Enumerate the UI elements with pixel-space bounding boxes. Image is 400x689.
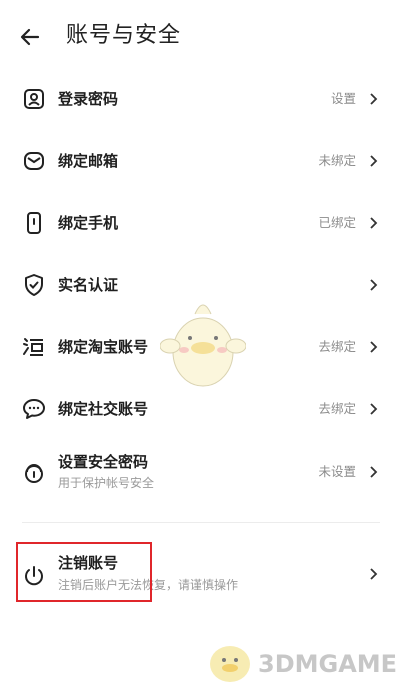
row-label: 绑定淘宝账号 [58,338,149,356]
chevron-right-icon [370,93,378,105]
chevron-right-icon [370,155,378,167]
watermark-text: 3DMGAME [258,650,398,678]
row-label: 登录密码 [58,90,119,108]
row-subtitle: 用于保护帐号安全 [58,476,155,490]
row-value: 未绑定 [318,153,356,168]
row-label: 设置安全密码 [58,453,149,471]
envelope-icon [24,152,44,170]
row-value: 未设置 [318,464,356,479]
chevron-right-icon [370,279,378,291]
row-bind-phone[interactable]: 绑定手机 已绑定 [0,194,400,252]
row-security-password[interactable]: 设置安全密码 用于保护帐号安全 未设置 [0,442,400,506]
row-login-password[interactable]: 登录密码 设置 [0,70,400,128]
row-value: 设置 [330,91,356,106]
row-bind-email[interactable]: 绑定邮箱 未绑定 [0,132,400,190]
back-arrow-icon[interactable] [18,25,42,49]
mascot-icon [160,304,246,387]
chevron-right-icon [370,568,378,580]
chevron-right-icon [370,403,378,415]
row-label: 绑定邮箱 [58,152,119,170]
row-value: 去绑定 [318,339,356,354]
user-lock-icon [24,89,44,109]
row-value: 已绑定 [318,215,356,230]
row-label: 绑定手机 [58,214,119,232]
shield-check-icon [25,274,43,296]
section-divider [22,522,380,523]
page-title: 账号与安全 [66,23,182,48]
row-value: 去绑定 [318,401,356,416]
taobao-icon [23,338,43,356]
chevron-right-icon [370,466,378,478]
row-label: 实名认证 [58,276,119,294]
chevron-right-icon [370,341,378,353]
phone-icon [27,212,41,234]
row-label: 绑定社交账号 [58,400,149,418]
lock-icon [25,464,43,483]
chat-icon [23,399,45,419]
header: 账号与安全 [0,0,400,72]
chevron-right-icon [370,217,378,229]
highlight-box [16,542,152,602]
